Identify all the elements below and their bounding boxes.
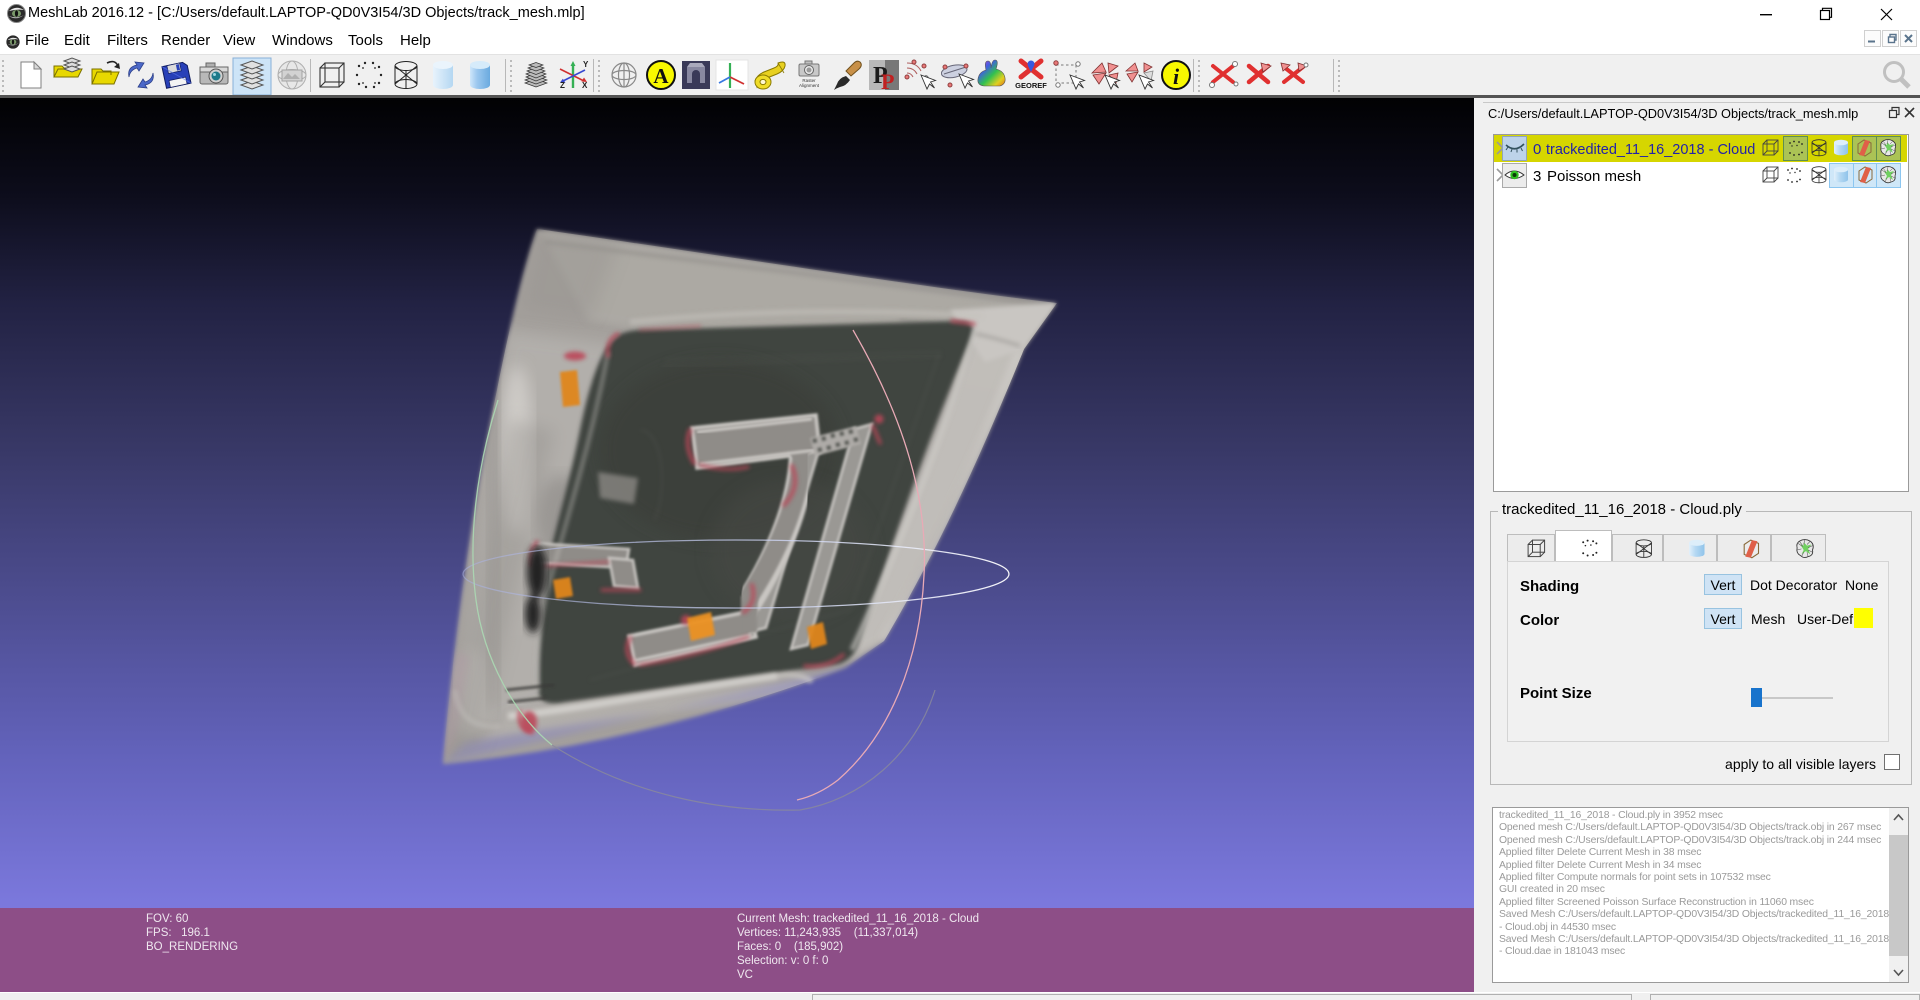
svg-text:Selection: v: 0 f: 0: Selection: v: 0 f: 0 <box>737 955 828 967</box>
svg-text:A: A <box>653 64 669 88</box>
svg-text:Z: Z <box>560 81 565 90</box>
svg-text:VC: VC <box>737 969 753 981</box>
svg-text:FPS: 196.1: FPS: 196.1 <box>146 927 210 939</box>
svg-text:Current Mesh: trackedited_11_1: Current Mesh: trackedited_11_16_2018 - C… <box>737 913 979 925</box>
svg-text:Y: Y <box>583 60 589 69</box>
svg-text:Alignment: Alignment <box>799 83 820 88</box>
svg-text:i: i <box>1173 64 1180 89</box>
svg-text:0: 0 <box>1533 141 1541 158</box>
svg-text:Faces: 0 (185,902): Faces: 0 (185,902) <box>737 941 843 953</box>
svg-text:BO_RENDERING: BO_RENDERING <box>146 941 238 953</box>
svg-text:Poisson mesh: Poisson mesh <box>1547 168 1641 185</box>
svg-text:GEOREF: GEOREF <box>1015 81 1047 90</box>
svg-text:Vertices: 11,243,935 (11,33: Vertices: 11,243,935 (11,337,014) <box>737 927 918 939</box>
svg-text:3: 3 <box>1533 168 1541 185</box>
svg-text:P: P <box>881 69 894 94</box>
svg-text:trackedited_11_16_2018 - Cloud: trackedited_11_16_2018 - Cloud <box>1546 142 1755 158</box>
svg-text:X: X <box>582 81 588 90</box>
svg-text:FOV: 60: FOV: 60 <box>146 913 188 925</box>
